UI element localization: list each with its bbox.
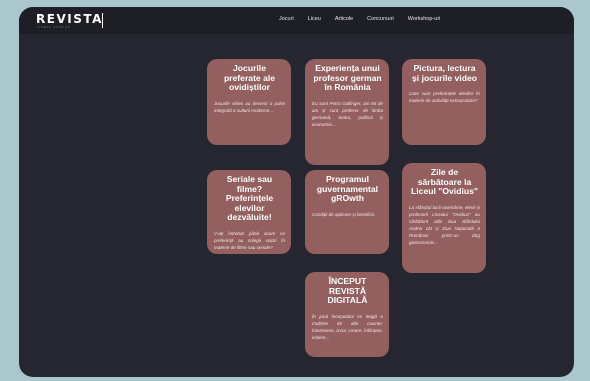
article-card-title: Programul guvernamental gROwth xyxy=(316,174,379,203)
article-card-description: V-ați întrebat până acum ce preferință a… xyxy=(214,230,285,250)
article-card[interactable]: Seriale sau filme? Preferințele elevilor… xyxy=(207,170,291,254)
site-logo[interactable]: REVISTA xyxy=(36,13,103,25)
article-card-title: Experiența unui profesor german în Român… xyxy=(313,63,382,92)
nav-link-workshopuri[interactable]: Workshop-uri xyxy=(408,16,441,22)
site-logo-subtitle: LICEUL OVIDIUS xyxy=(37,26,71,29)
article-card-title: Pictura, lectura și jocurile video xyxy=(412,63,477,83)
nav-link-articole[interactable]: Articole xyxy=(335,16,353,22)
article-card-description: Care sunt preferințele elevilor în mater… xyxy=(409,91,480,103)
article-card-description: Condiții de aplicare și beneficii. xyxy=(312,211,376,217)
nav-link-liceu[interactable]: Liceu xyxy=(308,16,321,22)
article-card[interactable]: Programul guvernamental gROwth Condiții … xyxy=(305,170,389,254)
article-card[interactable]: Zile de sărbătoare la Liceul "Ovidius" L… xyxy=(402,163,486,273)
article-card-title: Seriale sau filme? Preferințele elevilor… xyxy=(225,174,274,222)
navbar: REVISTA LICEUL OVIDIUS Jocuri Liceu Arti… xyxy=(19,7,574,34)
article-card-description: La sfârșitul lunii noiembrie, elevii și … xyxy=(409,204,480,245)
article-card-description: Eu sunt Petra Gallinger, am 66 de ani și… xyxy=(312,100,383,127)
article-card[interactable]: Pictura, lectura și jocurile video Care … xyxy=(402,59,486,145)
main-nav: Jocuri Liceu Articole Concursuri Worksho… xyxy=(279,16,454,22)
article-card-description: În jurul începutului se leagă o mulțime … xyxy=(312,313,383,340)
article-card-description: Jocurile video au devenit o parte integr… xyxy=(214,100,285,113)
nav-link-jocuri[interactable]: Jocuri xyxy=(279,16,294,22)
article-card-title: ÎNCEPUT REVISTĂ DIGITALĂ xyxy=(327,276,368,305)
site-frame: REVISTA LICEUL OVIDIUS Jocuri Liceu Arti… xyxy=(19,7,574,377)
article-card-title: Zile de sărbătoare la Liceul "Ovidius" xyxy=(411,167,478,196)
article-card-title: Jocurile preferate ale ovidiștilor xyxy=(223,63,276,92)
article-card[interactable]: Experiența unui profesor german în Român… xyxy=(305,59,389,165)
article-card[interactable]: ÎNCEPUT REVISTĂ DIGITALĂ În jurul începu… xyxy=(305,272,389,357)
logo-divider xyxy=(102,13,103,28)
article-card[interactable]: Jocurile preferate ale ovidiștilor Jocur… xyxy=(207,59,291,145)
nav-link-concursuri[interactable]: Concursuri xyxy=(367,16,394,22)
